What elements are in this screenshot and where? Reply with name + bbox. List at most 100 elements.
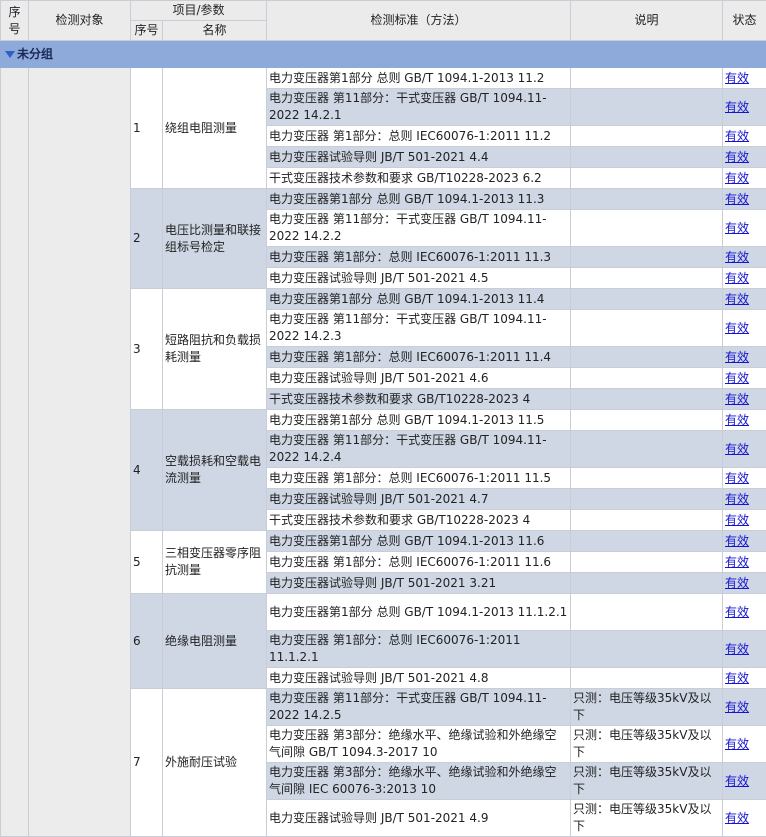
standard-cell: 干式变压器技术参数和要求 GB/T10228-2023 4 <box>267 510 571 531</box>
status-cell: 有效 <box>723 289 766 310</box>
status-link[interactable]: 有效 <box>725 492 749 506</box>
status-link[interactable]: 有效 <box>725 700 749 714</box>
group-header[interactable]: 未分组 <box>1 41 766 68</box>
header-sub-seq[interactable]: 序号 <box>131 21 163 41</box>
note-cell <box>571 268 723 289</box>
status-cell: 有效 <box>723 510 766 531</box>
status-cell: 有效 <box>723 168 766 189</box>
status-cell: 有效 <box>723 368 766 389</box>
standard-cell: 电力变压器第1部分 总则 GB/T 1094.1-2013 11.3 <box>267 189 571 210</box>
status-link[interactable]: 有效 <box>725 171 749 185</box>
standard-cell: 电力变压器第1部分 总则 GB/T 1094.1-2013 11.1.2.1 <box>267 594 571 631</box>
status-cell: 有效 <box>723 126 766 147</box>
status-link[interactable]: 有效 <box>725 737 749 751</box>
status-cell: 有效 <box>723 89 766 126</box>
seq-cell <box>1 68 29 837</box>
status-cell: 有效 <box>723 594 766 631</box>
standard-cell: 电力变压器 第1部分：总则 IEC60076-1:2011 11.6 <box>267 552 571 573</box>
standard-cell: 电力变压器 第3部分：绝缘水平、绝缘试验和外绝缘空气间隙 GB/T 1094.3… <box>267 726 571 763</box>
status-cell: 有效 <box>723 389 766 410</box>
status-link[interactable]: 有效 <box>725 442 749 456</box>
status-link[interactable]: 有效 <box>725 321 749 335</box>
status-cell: 有效 <box>723 310 766 347</box>
note-cell <box>571 68 723 89</box>
status-link[interactable]: 有效 <box>725 271 749 285</box>
item-name: 外施耐压试验 <box>163 689 267 837</box>
standard-cell: 电力变压器试验导则 JB/T 501-2021 4.6 <box>267 368 571 389</box>
header-sub-name[interactable]: 名称 <box>163 21 267 41</box>
status-link[interactable]: 有效 <box>725 605 749 619</box>
header-standard[interactable]: 检测标准（方法） <box>267 1 571 41</box>
note-cell <box>571 510 723 531</box>
note-cell <box>571 573 723 594</box>
header-note[interactable]: 说明 <box>571 1 723 41</box>
item-seq: 7 <box>131 689 163 837</box>
table-row: 1绕组电阻测量电力变压器第1部分 总则 GB/T 1094.1-2013 11.… <box>1 68 766 89</box>
item-name: 空载损耗和空载电流测量 <box>163 410 267 531</box>
standard-cell: 电力变压器试验导则 JB/T 501-2021 4.4 <box>267 147 571 168</box>
status-link[interactable]: 有效 <box>725 371 749 385</box>
status-link[interactable]: 有效 <box>725 555 749 569</box>
status-link[interactable]: 有效 <box>725 192 749 206</box>
header-status[interactable]: 状态 <box>723 1 766 41</box>
note-cell <box>571 189 723 210</box>
item-name: 绕组电阻测量 <box>163 68 267 189</box>
standard-cell: 电力变压器 第3部分：绝缘水平、绝缘试验和外绝缘空气间隙 IEC 60076-3… <box>267 763 571 800</box>
note-cell <box>571 126 723 147</box>
header-item-param[interactable]: 项目/参数 <box>131 1 267 21</box>
status-cell: 有效 <box>723 268 766 289</box>
status-link[interactable]: 有效 <box>725 392 749 406</box>
status-link[interactable]: 有效 <box>725 413 749 427</box>
status-link[interactable]: 有效 <box>725 292 749 306</box>
status-link[interactable]: 有效 <box>725 100 749 114</box>
status-link[interactable]: 有效 <box>725 221 749 235</box>
status-link[interactable]: 有效 <box>725 534 749 548</box>
status-link[interactable]: 有效 <box>725 150 749 164</box>
note-cell <box>571 168 723 189</box>
item-name: 绝缘电阻测量 <box>163 594 267 689</box>
header-object[interactable]: 检测对象 <box>29 1 131 41</box>
standard-cell: 电力变压器试验导则 JB/T 501-2021 4.9 <box>267 800 571 837</box>
status-cell: 有效 <box>723 531 766 552</box>
collapse-triangle-icon[interactable] <box>5 51 15 58</box>
item-seq: 4 <box>131 410 163 531</box>
status-link[interactable]: 有效 <box>725 250 749 264</box>
standard-cell: 电力变压器试验导则 JB/T 501-2021 3.21 <box>267 573 571 594</box>
status-link[interactable]: 有效 <box>725 576 749 590</box>
status-link[interactable]: 有效 <box>725 671 749 685</box>
status-link[interactable]: 有效 <box>725 350 749 364</box>
standard-cell: 电力变压器 第1部分：总则 IEC60076-1:2011 11.1.2.1 <box>267 631 571 668</box>
status-cell: 有效 <box>723 726 766 763</box>
status-link[interactable]: 有效 <box>725 513 749 527</box>
item-name: 短路阻抗和负载损耗测量 <box>163 289 267 410</box>
status-cell: 有效 <box>723 347 766 368</box>
status-link[interactable]: 有效 <box>725 811 749 825</box>
standards-table: 序号 检测对象 项目/参数 检测标准（方法） 说明 状态 序号 名称 未分组 1… <box>0 0 766 837</box>
note-cell <box>571 468 723 489</box>
note-cell: 只测：电压等级35kV及以下 <box>571 763 723 800</box>
group-row[interactable]: 未分组 <box>1 41 766 68</box>
header-seq[interactable]: 序号 <box>1 1 29 41</box>
item-seq: 1 <box>131 68 163 189</box>
status-cell: 有效 <box>723 489 766 510</box>
status-link[interactable]: 有效 <box>725 129 749 143</box>
status-link[interactable]: 有效 <box>725 71 749 85</box>
standard-cell: 电力变压器第1部分 总则 GB/T 1094.1-2013 11.4 <box>267 289 571 310</box>
standard-cell: 电力变压器 第11部分：干式变压器 GB/T 1094.11-2022 14.2… <box>267 431 571 468</box>
item-seq: 2 <box>131 189 163 289</box>
status-link[interactable]: 有效 <box>725 642 749 656</box>
standard-cell: 电力变压器第1部分 总则 GB/T 1094.1-2013 11.2 <box>267 68 571 89</box>
status-cell: 有效 <box>723 147 766 168</box>
note-cell <box>571 389 723 410</box>
item-seq: 3 <box>131 289 163 410</box>
status-link[interactable]: 有效 <box>725 774 749 788</box>
standard-cell: 电力变压器 第11部分：干式变压器 GB/T 1094.11-2022 14.2… <box>267 89 571 126</box>
status-link[interactable]: 有效 <box>725 471 749 485</box>
status-cell: 有效 <box>723 763 766 800</box>
standard-cell: 电力变压器第1部分 总则 GB/T 1094.1-2013 11.5 <box>267 410 571 431</box>
item-seq: 5 <box>131 531 163 594</box>
item-name: 三相变压器零序阻抗测量 <box>163 531 267 594</box>
note-cell <box>571 89 723 126</box>
note-cell <box>571 368 723 389</box>
note-cell <box>571 247 723 268</box>
